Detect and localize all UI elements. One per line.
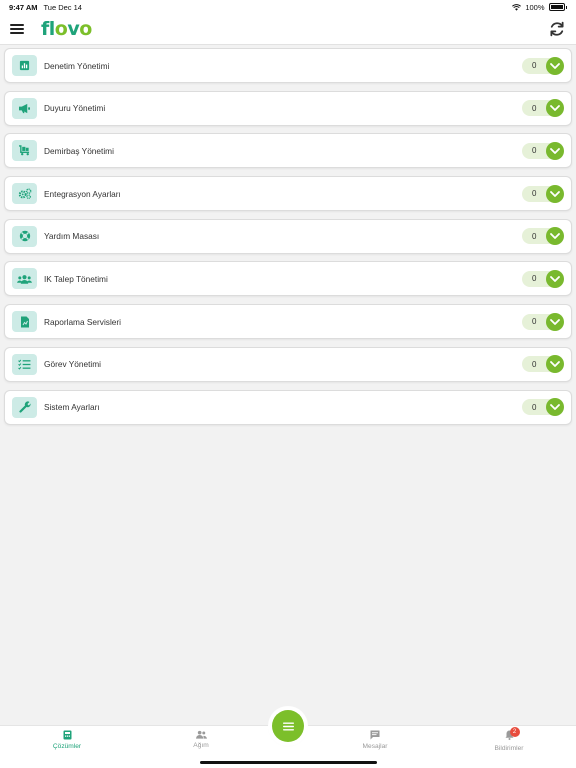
chevron-down-icon[interactable] — [546, 56, 564, 75]
module-label: Duyuru Yönetimi — [44, 103, 106, 114]
calculator-icon — [63, 730, 71, 740]
status-time: 9:47 AM — [9, 2, 38, 12]
cart-icon — [12, 140, 37, 162]
chevron-down-icon[interactable] — [546, 355, 564, 374]
app-logo: flovo — [41, 18, 92, 40]
menu-lines-icon — [282, 722, 294, 730]
status-date: Tue Dec 14 — [43, 2, 82, 12]
module-card-denetim[interactable]: Denetim Yönetimi 0 — [4, 48, 572, 83]
battery-tip — [565, 5, 567, 9]
gears-icon — [12, 183, 37, 205]
module-card-gorev[interactable]: Görev Yönetimi 0 — [4, 346, 572, 382]
chevron-down-icon[interactable] — [546, 269, 564, 288]
module-label: Entegrasyon Ayarları — [44, 188, 121, 199]
module-controls: 0 — [522, 355, 564, 374]
module-card-sistem[interactable]: Sistem Ayarları 0 — [4, 389, 572, 425]
menu-icon[interactable] — [10, 24, 24, 34]
module-card-ik-talep[interactable]: IK Talep Tönetimi 0 — [4, 261, 572, 297]
module-card-duyuru[interactable]: Duyuru Yönetimi 0 — [4, 90, 572, 126]
tab-messages[interactable]: Mesajlar — [335, 730, 415, 750]
status-bar: 9:47 AM Tue Dec 14 100% — [0, 0, 576, 14]
report-icon — [12, 311, 37, 333]
module-label: Denetim Yönetimi — [44, 60, 110, 71]
chat-icon — [370, 730, 380, 740]
module-controls: 0 — [522, 99, 564, 118]
module-label: Sistem Ayarları — [44, 402, 100, 412]
module-label: Demirbaş Yönetimi — [44, 145, 114, 156]
main-menu-fab[interactable] — [272, 710, 304, 742]
people-icon — [195, 730, 207, 739]
tab-label: Mesajlar — [362, 743, 388, 750]
module-controls: 0 — [522, 184, 564, 203]
module-controls: 0 — [522, 398, 564, 416]
task-list-icon — [12, 353, 37, 375]
module-label: IK Talep Tönetimi — [44, 273, 108, 284]
module-controls: 0 — [522, 312, 564, 331]
module-card-raporlama[interactable]: Raporlama Servisleri 0 — [4, 304, 572, 340]
battery-percent: 100% — [525, 2, 545, 12]
module-card-demirbas[interactable]: Demirbaş Yönetimi 0 — [4, 133, 572, 169]
refresh-icon[interactable] — [548, 20, 566, 38]
module-controls: 0 — [522, 227, 564, 246]
chevron-down-icon[interactable] — [546, 184, 564, 203]
tab-solutions[interactable]: Çözümler — [27, 730, 107, 750]
module-controls: 0 — [522, 141, 564, 160]
module-card-entegrasyon[interactable]: Entegrasyon Ayarları 0 — [4, 176, 572, 212]
bar-chart-icon — [12, 55, 37, 76]
module-controls: 0 — [522, 56, 564, 75]
bell-wrapper: 2 — [505, 727, 520, 745]
chevron-down-icon[interactable] — [546, 141, 564, 160]
status-right: 100% — [512, 3, 567, 12]
wifi-icon — [512, 3, 522, 11]
megaphone-icon — [12, 97, 37, 119]
notification-badge: 2 — [509, 727, 520, 737]
chevron-down-icon[interactable] — [546, 398, 564, 416]
module-label: Raporlama Servisleri — [44, 316, 122, 327]
tab-label: Ağım — [193, 742, 209, 749]
wrench-icon — [12, 396, 37, 418]
module-card-yardim[interactable]: Yardım Masası 0 — [4, 218, 572, 254]
battery-icon — [548, 3, 565, 11]
module-label: Yardım Masası — [44, 231, 100, 242]
module-list: Denetim Yönetimi 0 Duyuru Yönetimi 0 Dem… — [4, 48, 572, 432]
chevron-down-icon[interactable] — [546, 99, 564, 118]
tab-notifications[interactable]: 2 Bildirimler — [469, 727, 549, 752]
tab-network[interactable]: Ağım — [161, 730, 241, 749]
module-controls: 0 — [522, 269, 564, 288]
tab-label: Çözümler — [52, 743, 82, 750]
app-header: flovo — [0, 14, 576, 45]
lifebuoy-icon — [12, 225, 37, 247]
chevron-down-icon[interactable] — [546, 227, 564, 246]
tab-label: Bildirimler — [494, 745, 524, 752]
home-indicator[interactable] — [200, 761, 377, 764]
chevron-down-icon[interactable] — [546, 312, 564, 331]
users-icon — [12, 268, 37, 290]
module-label: Görev Yönetimi — [44, 359, 102, 370]
